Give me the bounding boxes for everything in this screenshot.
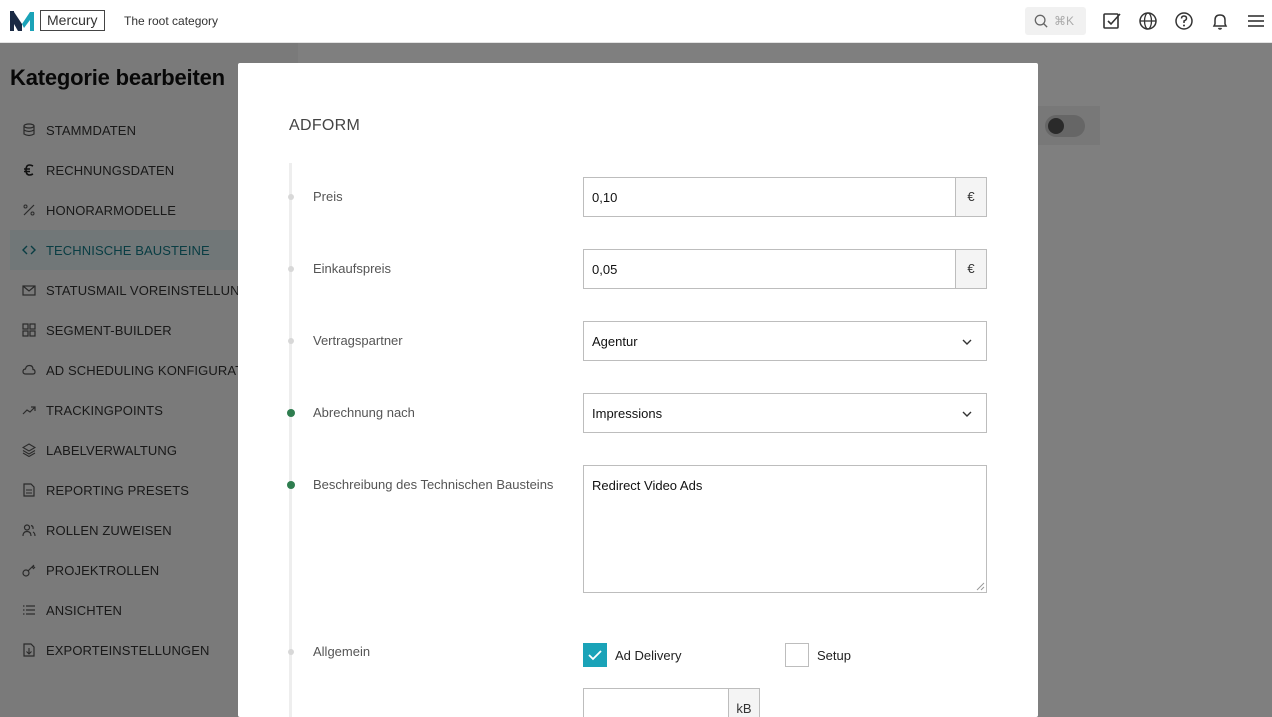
help-icon[interactable]: [1174, 11, 1194, 31]
field-status-dot-active: [287, 481, 295, 489]
contract-partner-select[interactable]: Agentur: [583, 321, 987, 361]
mercury-logo-icon[interactable]: [10, 10, 34, 32]
top-bar: Mercury The root category ⌘K: [0, 0, 1272, 43]
chevron-down-icon: [962, 339, 972, 345]
ad-delivery-label[interactable]: Ad Delivery: [615, 648, 681, 663]
globe-icon[interactable]: [1138, 11, 1158, 31]
menu-icon[interactable]: [1246, 11, 1266, 31]
search-shortcut: ⌘K: [1054, 14, 1075, 28]
price-label: Preis: [313, 189, 343, 204]
bell-icon[interactable]: [1210, 11, 1230, 31]
ad-delivery-checkbox[interactable]: [583, 643, 607, 667]
general-label: Allgemein: [313, 644, 371, 659]
billing-basis-value: Impressions: [592, 406, 663, 421]
modal-title: ADFORM: [289, 117, 361, 134]
setup-checkbox[interactable]: [785, 643, 809, 667]
purchase-price-unit: €: [955, 250, 986, 288]
description-value: Redirect Video Ads: [592, 478, 703, 493]
task-check-icon[interactable]: [1102, 11, 1122, 31]
price-unit: €: [955, 178, 986, 216]
form-timeline-line: [289, 163, 292, 717]
search-button[interactable]: ⌘K: [1025, 7, 1086, 35]
billing-basis-label: Abrechnung nach: [313, 405, 415, 420]
field-status-dot: [288, 266, 294, 272]
checkmark-icon: [588, 650, 602, 661]
billing-basis-select[interactable]: Impressions: [583, 393, 987, 433]
brand-name[interactable]: Mercury: [40, 10, 105, 31]
price-input[interactable]: 0,10 €: [583, 177, 987, 217]
chevron-down-icon: [962, 411, 972, 417]
field-status-dot: [288, 649, 294, 655]
size-input[interactable]: kB: [583, 688, 760, 717]
purchase-price-value: 0,05: [592, 262, 618, 277]
field-status-dot-active: [287, 409, 295, 417]
purchase-price-label: Einkaufspreis: [313, 261, 392, 276]
description-textarea[interactable]: Redirect Video Ads: [583, 465, 987, 593]
breadcrumb-root-category[interactable]: The root category: [124, 14, 218, 28]
contract-partner-label: Vertragspartner: [313, 333, 403, 348]
price-value: 0,10: [592, 190, 618, 205]
field-status-dot: [288, 338, 294, 344]
purchase-price-input[interactable]: 0,05 €: [583, 249, 987, 289]
description-label: Beschreibung des Technischen Bausteins: [313, 477, 554, 492]
size-unit: kB: [728, 689, 759, 717]
search-icon: [1034, 14, 1048, 28]
resize-grip-icon[interactable]: [976, 582, 985, 591]
edit-building-block-modal: ADFORM Preis 0,10 € Einkaufspreis 0,05 €…: [238, 63, 1038, 717]
contract-partner-value: Agentur: [592, 334, 638, 349]
setup-label[interactable]: Setup: [817, 648, 851, 663]
field-status-dot: [288, 194, 294, 200]
